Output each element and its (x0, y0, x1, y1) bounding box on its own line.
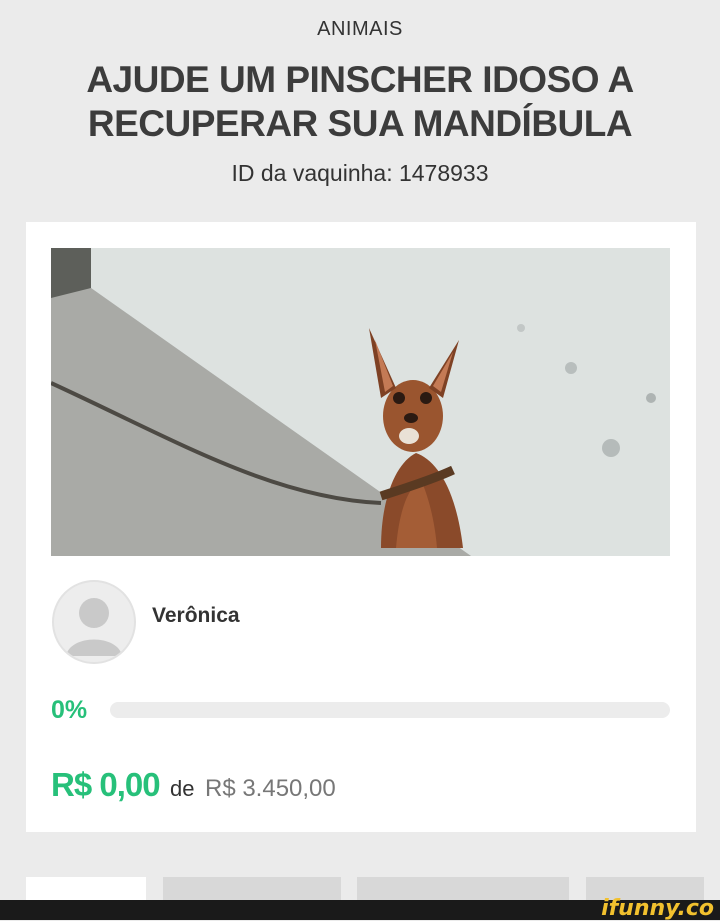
campaign-id: ID da vaquinha: 1478933 (231, 160, 489, 186)
footer-bar: ifunny.co (0, 896, 720, 921)
amount-row: R$ 0,00 de R$ 3.450,00 (51, 766, 336, 804)
campaign-photo (51, 248, 670, 556)
campaign-category[interactable]: ANIMAIS (0, 18, 720, 41)
progress-bar (110, 702, 670, 718)
amount-raised: R$ 0,00 (51, 766, 161, 803)
user-avatar-icon (52, 580, 136, 664)
tab-stub-2[interactable] (163, 877, 341, 901)
amount-of-word: de (170, 776, 195, 801)
tab-stub-1[interactable] (26, 877, 146, 901)
campaign-title: AJUDE UM PINSCHER IDOSO A RECUPERAR SUA … (86, 59, 634, 144)
campaign-card: Verônica 0% R$ 0,00 de R$ 3.450,00 (26, 222, 696, 832)
amount-goal: R$ 3.450,00 (204, 775, 336, 802)
owner-name[interactable]: Verônica (152, 604, 240, 628)
tab-stub-3[interactable] (357, 877, 569, 901)
ifunny-watermark: ifunny.co (601, 896, 714, 921)
progress-percent: 0% (51, 696, 88, 724)
